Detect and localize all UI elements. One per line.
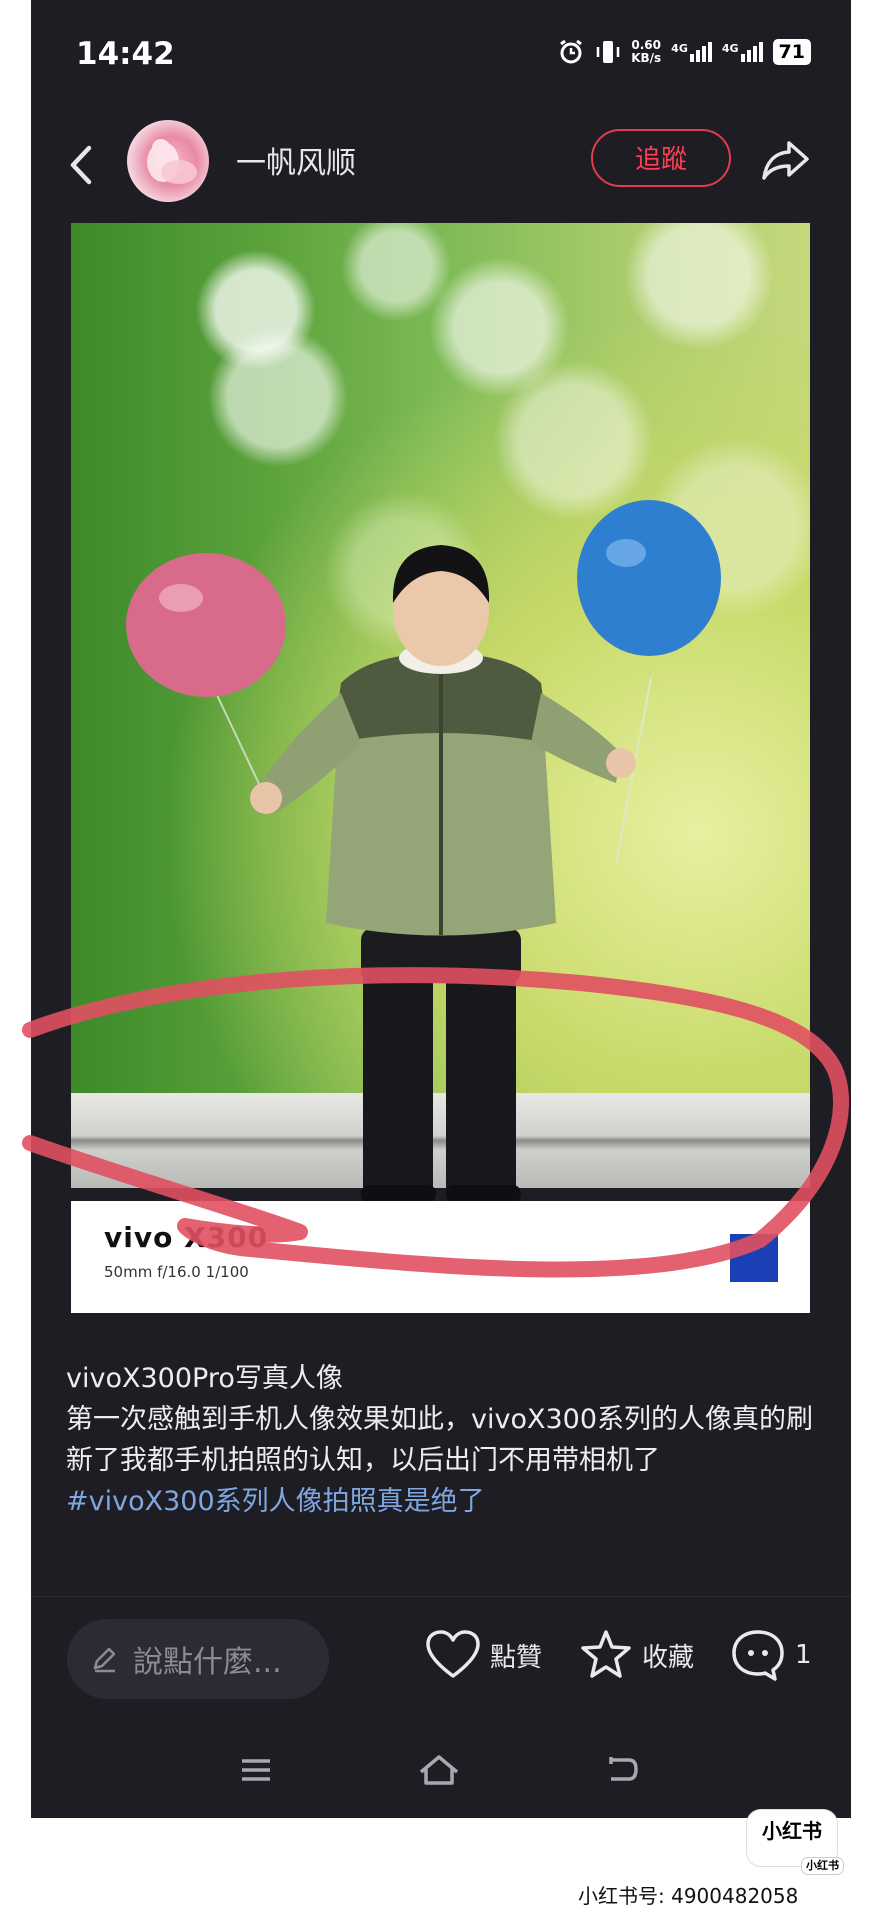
watermark-brand: vivo X300 — [104, 1221, 269, 1254]
like-label: 點贊 — [490, 1642, 543, 1673]
photo-subject — [126, 500, 721, 1203]
battery-indicator: 71 — [772, 39, 811, 65]
zeiss-logo-icon — [730, 1234, 778, 1282]
heart-icon — [426, 1630, 480, 1678]
action-bar: 說點什麼... 點贊 收藏 1 — [31, 1596, 851, 1727]
alarm-icon — [557, 38, 585, 66]
signal-1-icon: 4G — [671, 42, 712, 62]
like-button[interactable]: 點贊 — [424, 1625, 542, 1685]
home-icon[interactable] — [417, 1752, 461, 1788]
favorite-label: 收藏 — [642, 1642, 695, 1673]
caption-body: 第一次感触到手机人像效果如此，vivoX300系列的人像真的刷新了我都手机拍照的… — [66, 1404, 814, 1476]
post-photo[interactable]: vivo X300 50mm f/16.0 1/100 — [71, 223, 810, 1313]
follow-button[interactable]: 追蹤 — [591, 129, 731, 187]
username[interactable]: 一帆风顺 — [236, 138, 356, 182]
caption-fade — [31, 1560, 851, 1596]
xiaohongshu-logo: 小红书 小红书 — [747, 1810, 843, 1874]
comment-count: 1 — [795, 1640, 812, 1670]
logo-small-text: 小红书 — [802, 1858, 843, 1874]
camera-watermark: vivo X300 50mm f/16.0 1/100 — [71, 1201, 810, 1313]
logo-text: 小红书 — [762, 1819, 822, 1843]
share-icon[interactable] — [759, 135, 813, 185]
back-nav-icon[interactable] — [601, 1752, 641, 1788]
pink-balloon — [126, 553, 286, 697]
back-arrow-icon[interactable] — [61, 140, 101, 190]
network-type-2: 4G — [721, 42, 739, 55]
vibrate-icon — [595, 38, 621, 66]
net-speed: 0.60 KB/s — [631, 39, 661, 65]
post-header: 一帆风顺 追蹤 — [31, 110, 851, 220]
comment-button[interactable]: 1 — [729, 1625, 812, 1685]
avatar[interactable] — [127, 120, 209, 202]
comment-placeholder: 說點什麼... — [133, 1645, 282, 1680]
post-caption: vivoX300Pro写真人像 第一次感触到手机人像效果如此，vivoX300系… — [66, 1358, 826, 1522]
comment-bubble-icon — [732, 1630, 784, 1681]
net-speed-unit: KB/s — [631, 51, 662, 65]
caption-hashtag[interactable]: #vivoX300系列人像拍照真是绝了 — [66, 1481, 826, 1522]
network-type-1: 4G — [671, 42, 688, 55]
status-time: 14:42 — [76, 36, 175, 72]
menu-icon[interactable] — [238, 1752, 274, 1788]
signal-2-icon: 4G — [722, 42, 763, 62]
phone-screen: 14:42 0.60 KB/s 4G 4G 71 一帆风顺 追蹤 vivo X3… — [31, 0, 851, 1818]
favorite-button[interactable]: 收藏 — [578, 1625, 694, 1685]
blue-balloon — [577, 500, 721, 656]
pencil-icon — [93, 1647, 116, 1673]
star-icon — [581, 1630, 631, 1678]
comment-input[interactable]: 說點什麼... — [67, 1619, 329, 1699]
status-bar: 14:42 0.60 KB/s 4G 4G 71 — [31, 0, 851, 110]
status-icons: 0.60 KB/s 4G 4G 71 — [557, 38, 811, 66]
system-nav-bar — [31, 1726, 851, 1818]
watermark-spec: 50mm f/16.0 1/100 — [104, 1263, 249, 1281]
caption-title: vivoX300Pro写真人像 — [66, 1363, 343, 1394]
xiaohongshu-id: 小红书号: 4900482058 — [578, 1884, 799, 1908]
